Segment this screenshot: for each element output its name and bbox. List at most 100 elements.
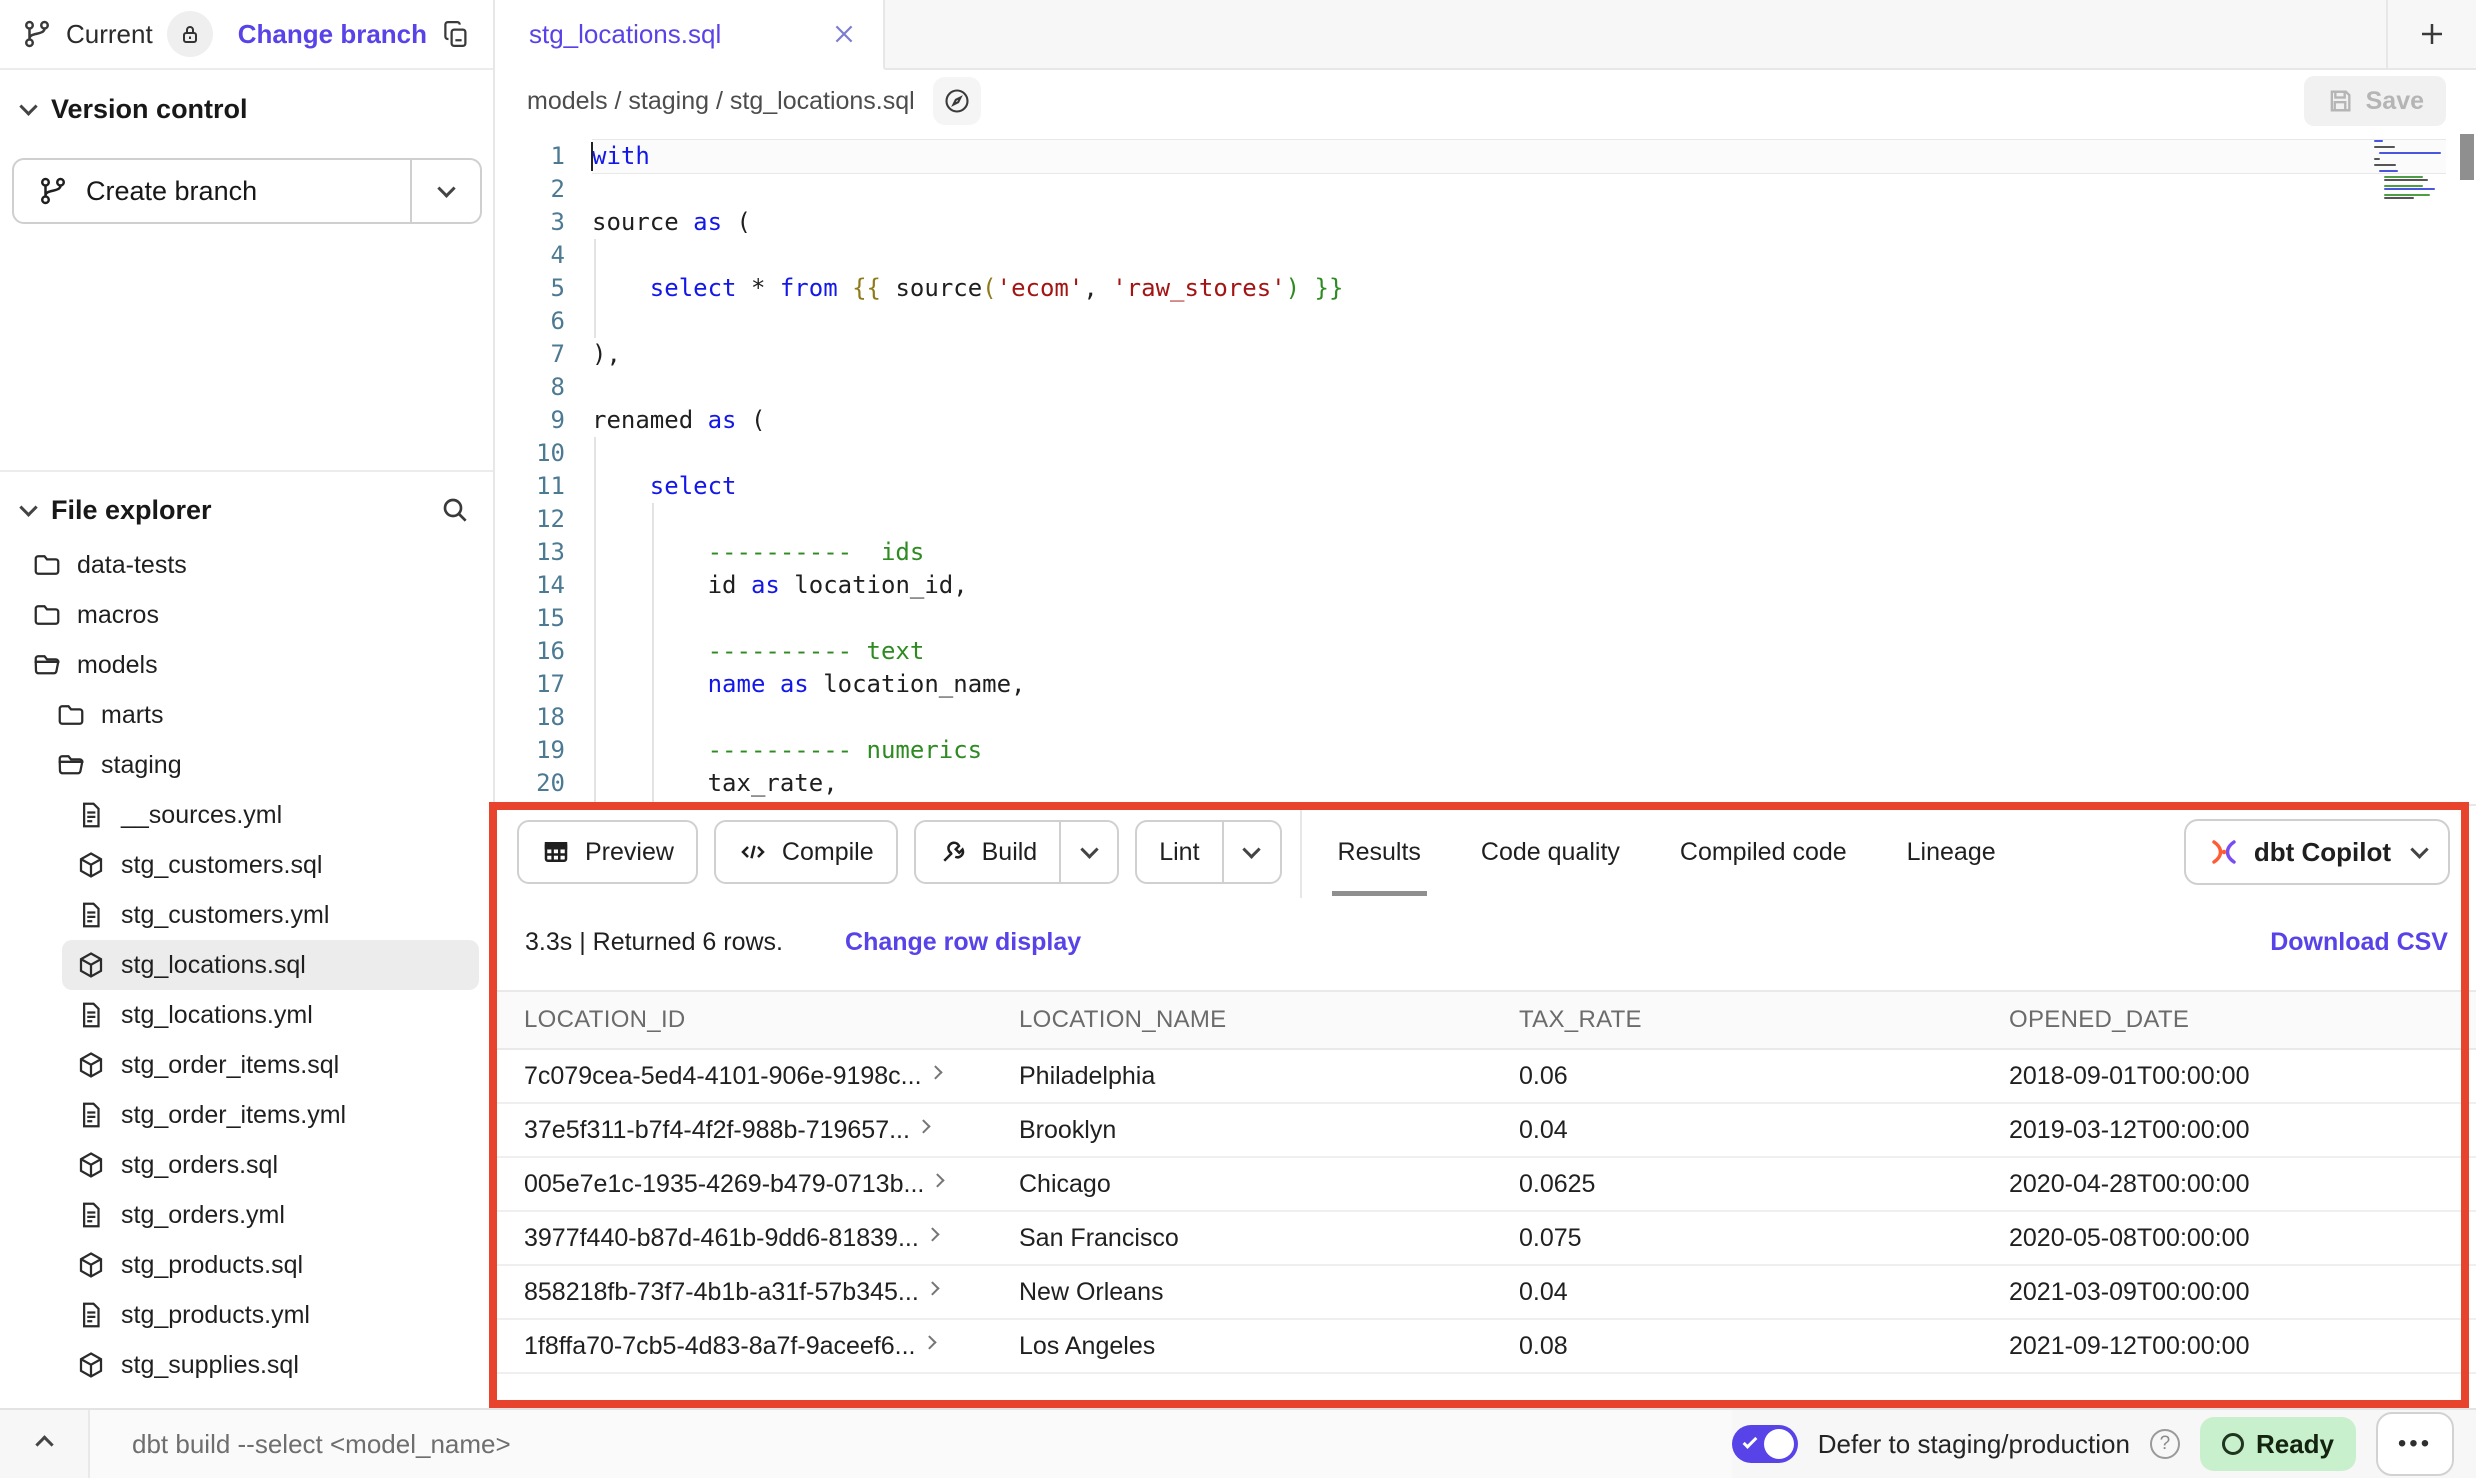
table-row[interactable]: 005e7e1c-1935-4269-b479-0713b...Chicago0…: [497, 1158, 2476, 1212]
tab-compiled-code[interactable]: Compiled code: [1650, 806, 1877, 898]
expand-cell-icon[interactable]: [925, 1227, 939, 1241]
code-token: [592, 736, 708, 764]
preview-button[interactable]: Preview: [517, 820, 698, 884]
code-token: as: [751, 571, 780, 599]
table-row[interactable]: 3977f440-b87d-461b-9dd6-81839...San Fran…: [497, 1212, 2476, 1266]
download-csv-link[interactable]: Download CSV: [2270, 928, 2448, 957]
file-item--sources-yml[interactable]: __sources.yml: [62, 790, 479, 840]
create-branch-button[interactable]: Create branch: [12, 158, 482, 224]
ready-status-badge[interactable]: Ready: [2200, 1417, 2356, 1471]
code-token: as: [693, 208, 722, 236]
build-dropdown[interactable]: [1059, 822, 1117, 882]
dbt-copilot-button[interactable]: dbt Copilot: [2184, 819, 2450, 885]
collapse-version-control-icon[interactable]: [19, 97, 37, 115]
collapse-file-explorer-icon[interactable]: [19, 498, 37, 516]
create-branch-dropdown[interactable]: [412, 160, 480, 222]
cell-value: 858218fb-73f7-4b1b-a31f-57b345...: [524, 1278, 919, 1307]
sidebar: Current Change branch Version control Cr…: [0, 0, 495, 1408]
file-item-label: __sources.yml: [121, 801, 282, 830]
folder-open-icon: [32, 650, 62, 680]
code-line-19: ---------- numerics: [592, 734, 2446, 767]
cell-value: 0.08: [1519, 1332, 1568, 1361]
table-row[interactable]: 1f8ffa70-7cb5-4d83-8a7f-9aceef6...Los An…: [497, 1320, 2476, 1374]
cell-value: 2021-09-12T00:00:00: [2009, 1332, 2249, 1361]
file-item-stg-customers-sql[interactable]: stg_customers.sql: [62, 840, 479, 890]
file-item-stg-orders-yml[interactable]: stg_orders.yml: [62, 1190, 479, 1240]
table-row[interactable]: 37e5f311-b7f4-4f2f-988b-719657...Brookly…: [497, 1104, 2476, 1158]
change-row-display-link[interactable]: Change row display: [845, 928, 1081, 957]
code-line-6: [592, 305, 2446, 338]
lint-label: Lint: [1159, 838, 1199, 867]
change-branch-link[interactable]: Change branch: [238, 19, 427, 50]
file-item-stg-products-sql[interactable]: stg_products.sql: [62, 1240, 479, 1290]
save-button[interactable]: Save: [2304, 76, 2446, 126]
file-item-stg-order-items-sql[interactable]: stg_order_items.sql: [62, 1040, 479, 1090]
toolbar-divider: [1300, 806, 1302, 898]
line-number: 3: [497, 206, 565, 239]
breadcrumb[interactable]: models / staging / stg_locations.sql: [527, 87, 915, 116]
results-panel: Preview Compile Build: [497, 804, 2476, 1408]
table-row[interactable]: 858218fb-73f7-4b1b-a31f-57b345... New Orl…: [497, 1266, 2476, 1320]
file-item-stg-customers-yml[interactable]: stg_customers.yml: [62, 890, 479, 940]
results-table-header: LOCATION_IDLOCATION_NAMETAX_RATEOPENED_D…: [497, 990, 2476, 1050]
cell-location_name: New Orleans: [992, 1266, 1492, 1318]
tab-lineage[interactable]: Lineage: [1877, 806, 2026, 898]
cell-value: 2020-04-28T00:00:00: [2009, 1170, 2249, 1199]
file-item-staging[interactable]: staging: [42, 740, 479, 790]
close-tab-icon[interactable]: [831, 21, 857, 47]
file-item-stg-orders-sql[interactable]: stg_orders.sql: [62, 1140, 479, 1190]
file-item-macros[interactable]: macros: [18, 590, 479, 640]
code-token: *: [737, 274, 780, 302]
expand-cell-icon[interactable]: [916, 1119, 930, 1133]
tab-stg-locations-sql[interactable]: stg_locations.sql: [497, 0, 885, 70]
file-item-label: stg_order_items.yml: [121, 1101, 346, 1130]
line-number: 12: [497, 503, 565, 536]
table-row[interactable]: 7c079cea-5ed4-4101-906e-9198c...Philadel…: [497, 1050, 2476, 1104]
code-token: [592, 274, 650, 302]
code-lines[interactable]: withsource as ( select * from {{ source(…: [592, 140, 2446, 804]
code-editor[interactable]: 123456789101112131415161718192021 withso…: [497, 132, 2476, 804]
copy-branch-icon[interactable]: [441, 19, 471, 49]
search-icon[interactable]: [439, 494, 471, 526]
expand-cell-icon[interactable]: [928, 1065, 942, 1079]
more-options-button[interactable]: •••: [2376, 1412, 2454, 1476]
cell-value: 1f8ffa70-7cb5-4d83-8a7f-9aceef6...: [524, 1332, 916, 1361]
expand-cell-icon[interactable]: [925, 1281, 939, 1295]
expand-cell-icon[interactable]: [931, 1173, 945, 1187]
code-line-1: with: [592, 140, 2446, 173]
file-item-data-tests[interactable]: data-tests: [18, 540, 479, 590]
line-number: 18: [497, 701, 565, 734]
defer-toggle[interactable]: [1732, 1425, 1798, 1463]
tab-results[interactable]: Results: [1308, 806, 1451, 898]
file-item-stg-products-yml[interactable]: stg_products.yml: [62, 1290, 479, 1340]
file-item-models[interactable]: models: [18, 640, 479, 690]
build-button[interactable]: Build: [914, 820, 1120, 884]
lint-dropdown[interactable]: [1222, 822, 1280, 882]
help-icon[interactable]: ?: [2150, 1429, 2180, 1459]
compile-button[interactable]: Compile: [714, 820, 898, 884]
tab-code-quality[interactable]: Code quality: [1451, 806, 1650, 898]
code-line-5: select * from {{ source('ecom', 'raw_sto…: [592, 272, 2446, 305]
command-input[interactable]: dbt build --select <model_name>: [88, 1410, 1732, 1478]
file-item-label: stg_products.yml: [121, 1301, 310, 1330]
navigate-chip[interactable]: [933, 77, 981, 125]
expand-cell-icon[interactable]: [922, 1335, 936, 1349]
minimap-line: [2374, 167, 2377, 169]
lint-button[interactable]: Lint: [1135, 820, 1281, 884]
minimap[interactable]: [2374, 140, 2446, 203]
tab-label: Compiled code: [1680, 838, 1847, 867]
new-tab-button[interactable]: [2386, 0, 2476, 68]
cell-value: 0.04: [1519, 1278, 1568, 1307]
editor-scrollbar-thumb[interactable]: [2460, 134, 2474, 180]
folder-icon: [32, 600, 62, 630]
cell-value: Brooklyn: [1019, 1116, 1116, 1145]
file-item-label: data-tests: [77, 551, 187, 580]
line-number: 19: [497, 734, 565, 767]
file-item-marts[interactable]: marts: [42, 690, 479, 740]
file-item-stg-locations-sql[interactable]: stg_locations.sql: [62, 940, 479, 990]
file-item-stg-order-items-yml[interactable]: stg_order_items.yml: [62, 1090, 479, 1140]
file-item-stg-supplies-sql[interactable]: stg_supplies.sql: [62, 1340, 479, 1390]
collapse-command-bar-button[interactable]: [0, 1438, 88, 1451]
file-item-stg-locations-yml[interactable]: stg_locations.yml: [62, 990, 479, 1040]
line-number: 8: [497, 371, 565, 404]
